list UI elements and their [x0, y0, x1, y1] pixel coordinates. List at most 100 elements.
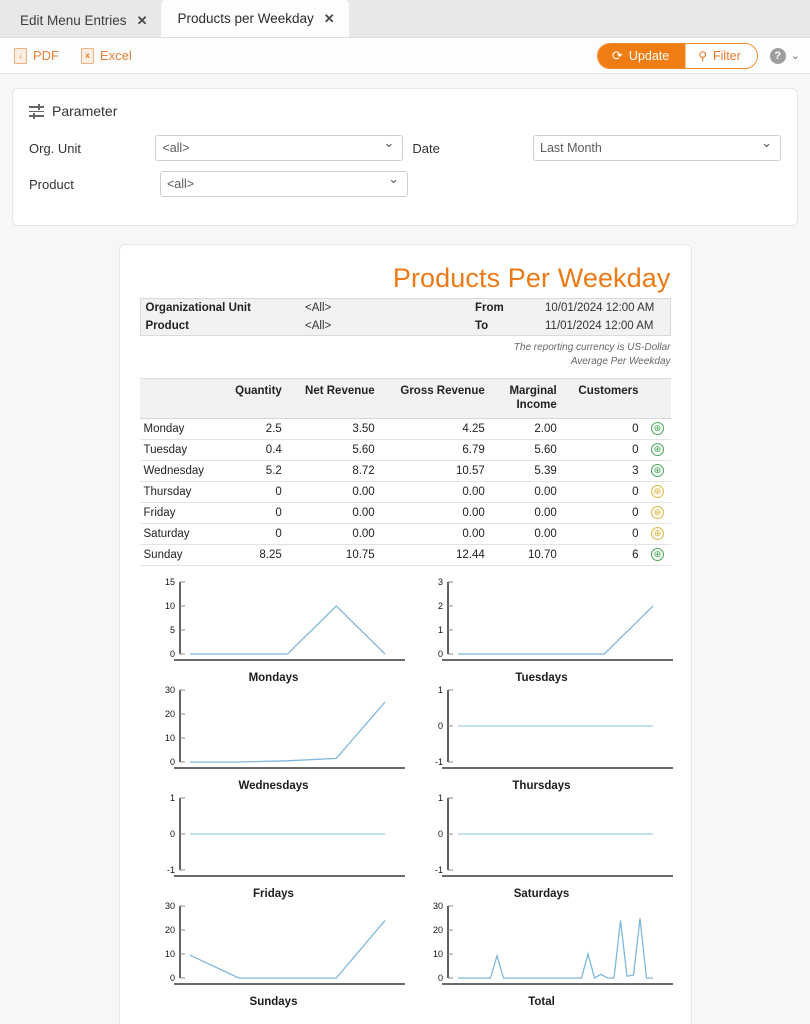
org-unit-select[interactable]: <all>	[155, 135, 404, 161]
tab-label: Products per Weekday	[177, 10, 314, 26]
cell-status[interactable]: ⊕	[644, 439, 671, 461]
table-row[interactable]: Saturday 0 0.00 0.00 0.00 0 ⊕	[139, 523, 671, 545]
cell-quantity: 5.2	[221, 460, 288, 482]
date-select[interactable]: Last Month	[533, 135, 781, 161]
cell-status[interactable]: ⊕	[644, 481, 671, 503]
tab-edit-menu-entries[interactable]: Edit Menu Entries ✕	[4, 3, 161, 37]
svg-text:30: 30	[164, 901, 174, 911]
chart-title: Sundays	[249, 995, 298, 1008]
meta-key: Organizational Unit	[145, 302, 251, 314]
pdf-file-icon: ↓	[14, 47, 27, 64]
cell-marginal-income: 0.00	[490, 502, 563, 524]
tab-label: Edit Menu Entries	[20, 12, 127, 28]
toolbar: ↓ PDF x Excel ⟳ Update ⚲ Filter ? ⌄	[0, 38, 810, 74]
cell-status[interactable]: ⊕	[644, 418, 671, 440]
report-panel: Products Per Weekday Organizational Unit…	[118, 244, 692, 1024]
svg-text:5: 5	[169, 625, 174, 635]
meta-key-from: From	[475, 302, 504, 314]
chart-title: Total	[528, 995, 555, 1008]
col-day	[139, 378, 222, 419]
cell-gross-revenue: 10.57	[380, 460, 491, 482]
svg-text:30: 30	[432, 901, 442, 911]
status-warning-icon: ⊕	[651, 485, 664, 499]
svg-text:10: 10	[164, 601, 174, 611]
export-excel-button[interactable]: x Excel	[81, 47, 132, 64]
svg-text:1: 1	[437, 793, 442, 803]
table-row[interactable]: Sunday 8.25 10.75 12.44 10.70 6 ⊕	[139, 544, 671, 566]
svg-text:0: 0	[169, 649, 174, 659]
tab-close-icon[interactable]: ✕	[324, 12, 335, 25]
org-unit-label: Org. Unit	[29, 140, 82, 156]
cell-status[interactable]: ⊕	[644, 544, 671, 566]
col-status	[644, 378, 671, 419]
filter-button[interactable]: ⚲ Filter	[685, 43, 757, 68]
product-label: Product	[29, 176, 74, 192]
cell-customers: 3	[562, 460, 645, 482]
cell-status[interactable]: ⊕	[644, 502, 671, 524]
filter-label: Filter	[713, 48, 741, 63]
report-title: Products Per Weekday	[392, 263, 671, 293]
cell-marginal-income: 2.00	[490, 418, 563, 440]
meta-key: Product	[145, 320, 189, 332]
table-head: Quantity Net Revenue Gross Revenue Margi…	[139, 378, 671, 419]
excel-file-icon: x	[81, 47, 94, 64]
table-row[interactable]: Thursday 0 0.00 0.00 0.00 0 ⊕	[139, 481, 671, 503]
chart-fridays: -1 0 1 Fridays	[140, 792, 408, 900]
parameter-title: Parameter	[52, 103, 118, 119]
sliders-icon	[29, 103, 44, 119]
cell-gross-revenue: 0.00	[380, 481, 491, 503]
table-row[interactable]: Tuesday 0.4 5.60 6.79 5.60 0 ⊕	[139, 439, 671, 461]
svg-text:1: 1	[437, 625, 442, 635]
table-row[interactable]: Wednesday 5.2 8.72 10.57 5.39 3 ⊕	[139, 460, 671, 482]
status-ok-icon: ⊕	[651, 548, 664, 562]
cell-marginal-income: 5.39	[490, 460, 563, 482]
meta-value-from: 10/01/2024 12:00 AM	[545, 302, 655, 314]
tab-close-icon[interactable]: ✕	[137, 14, 148, 27]
cell-status[interactable]: ⊕	[644, 523, 671, 545]
cell-gross-revenue: 4.25	[380, 418, 491, 440]
svg-text:0: 0	[169, 757, 174, 767]
cell-customers: 0	[562, 523, 645, 545]
update-label: Update	[628, 48, 670, 63]
cell-status[interactable]: ⊕	[644, 460, 671, 482]
svg-text:0: 0	[437, 721, 442, 731]
cell-day: Monday	[139, 418, 222, 440]
help-icon: ?	[769, 47, 786, 64]
cell-net-revenue: 0.00	[287, 502, 381, 524]
cell-day: Friday	[139, 502, 222, 524]
table-row[interactable]: Friday 0 0.00 0.00 0.00 0 ⊕	[139, 502, 671, 524]
cell-net-revenue: 0.00	[287, 481, 381, 503]
cell-customers: 0	[562, 481, 645, 503]
chart-svg: -1 0 1	[166, 793, 405, 877]
meta-value: <All>	[305, 320, 332, 332]
cell-marginal-income: 5.60	[490, 439, 563, 461]
chart-saturdays: -1 0 1 Saturdays	[408, 792, 676, 900]
cell-customers: 0	[562, 502, 645, 524]
update-button[interactable]: ⟳ Update	[597, 43, 686, 68]
org-unit-select-wrap: <all>	[155, 135, 404, 161]
export-pdf-button[interactable]: ↓ PDF	[14, 47, 59, 64]
chart-svg: 0 1 2 3	[437, 577, 673, 661]
chart-title: Wednesdays	[238, 779, 309, 792]
svg-text:3: 3	[437, 577, 442, 587]
chart-tuesdays: 0 1 2 3 Tuesdays	[408, 576, 676, 684]
table-row[interactable]: Monday 2.5 3.50 4.25 2.00 0 ⊕	[139, 418, 671, 440]
tab-products-per-weekday[interactable]: Products per Weekday ✕	[161, 0, 349, 37]
cell-customers: 6	[562, 544, 645, 566]
col-gross-revenue: Gross Revenue	[380, 378, 491, 419]
help-menu-button[interactable]: ? ⌄	[769, 47, 800, 64]
parameter-panel: Parameter Org. Unit <all> Date Last Mont…	[12, 88, 798, 226]
meta-value: <All>	[305, 302, 332, 314]
cell-quantity: 0	[221, 481, 288, 503]
svg-text:30: 30	[164, 685, 174, 695]
cell-net-revenue: 0.00	[287, 523, 381, 545]
product-select[interactable]: <all>	[160, 171, 408, 197]
status-warning-icon: ⊕	[651, 527, 664, 541]
svg-text:10: 10	[164, 733, 174, 743]
charts-grid: 0 5 10 15 Mondays 0 1 2 3 Tuesdays 0 10 20 30 Wednesda…	[140, 576, 673, 1008]
meta-value-to: 11/01/2024 12:00 AM	[545, 320, 654, 332]
col-customers: Customers	[562, 378, 645, 419]
cell-day: Wednesday	[139, 460, 222, 482]
svg-text:1: 1	[169, 793, 174, 803]
svg-text:20: 20	[164, 925, 174, 935]
